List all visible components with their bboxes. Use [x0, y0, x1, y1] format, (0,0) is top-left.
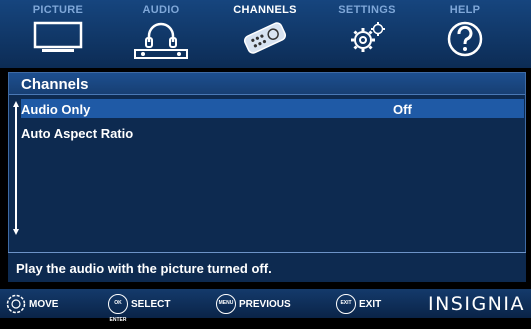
- menu-item-auto-aspect-ratio[interactable]: Auto Aspect Ratio: [21, 123, 524, 142]
- tab-picture[interactable]: PICTURE: [10, 0, 106, 68]
- tab-help[interactable]: HELP: [417, 0, 513, 68]
- help-text: Play the audio with the picture turned o…: [8, 252, 526, 282]
- scrollbar[interactable]: [13, 101, 19, 235]
- tab-channels[interactable]: CHANNELS: [217, 0, 313, 68]
- exit-button-icon: EXIT: [336, 294, 356, 314]
- hint-exit-label: EXIT: [359, 299, 382, 310]
- menu-item-label: Audio Only: [21, 102, 91, 117]
- remote-icon: [243, 22, 287, 54]
- brand-logo: INSIGNIA: [427, 293, 525, 315]
- hint-move-label: MOVE: [29, 299, 59, 310]
- gears-icon: [351, 22, 385, 52]
- tab-audio[interactable]: AUDIO: [113, 0, 209, 68]
- panel-title: Channels: [9, 73, 525, 95]
- question-icon: [447, 21, 483, 57]
- scroll-track: [15, 107, 17, 229]
- channels-menu-panel: Channels Audio Only Off Auto Aspect Rati…: [8, 72, 526, 282]
- hint-previous-label: PREVIOUS: [239, 299, 291, 310]
- menu-item-audio-only[interactable]: Audio Only Off: [21, 99, 524, 118]
- hint-select-label: SELECT: [131, 299, 171, 310]
- scroll-down-arrow-icon[interactable]: [13, 229, 19, 235]
- move-dpad-icon: [6, 294, 26, 314]
- tab-settings-label: SETTINGS: [338, 4, 396, 16]
- footer-bar: MOVE OK ENTER SELECT MENU PREVIOUS EXIT …: [0, 289, 531, 323]
- menu-item-value: Off: [393, 102, 412, 117]
- tab-settings[interactable]: SETTINGS: [319, 0, 415, 68]
- tab-audio-label: AUDIO: [142, 4, 180, 16]
- tv-icon: [33, 21, 83, 52]
- menu-button-icon: MENU: [216, 294, 236, 314]
- menu-item-label: Auto Aspect Ratio: [21, 126, 134, 141]
- tab-channels-label: CHANNELS: [233, 4, 297, 16]
- menu-tab-bar: PICTURE AUDIO CHANNELS SETTINGS HELP: [0, 0, 531, 68]
- ok-enter-button-icon: OK ENTER: [108, 294, 128, 323]
- tab-picture-label: PICTURE: [32, 4, 84, 16]
- headphones-icon: [134, 22, 188, 59]
- tab-help-label: HELP: [449, 4, 481, 16]
